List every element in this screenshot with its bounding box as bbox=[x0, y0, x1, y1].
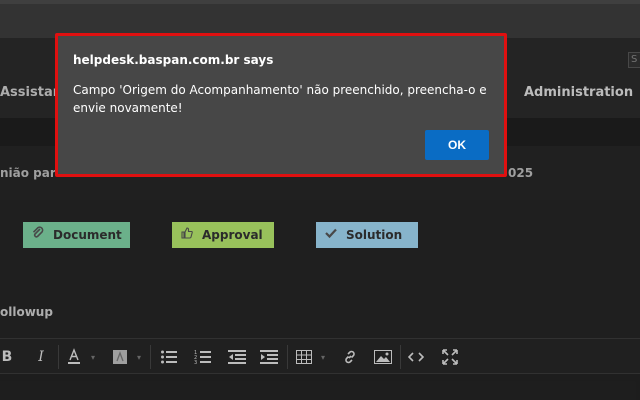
alert-dialog: helpdesk.baspan.com.br says Campo 'Orige… bbox=[55, 33, 507, 177]
ok-button[interactable]: OK bbox=[425, 130, 489, 160]
dialog-message: Campo 'Origem do Acompanhamento' não pre… bbox=[73, 83, 487, 115]
dialog-title: helpdesk.baspan.com.br says bbox=[73, 53, 274, 67]
